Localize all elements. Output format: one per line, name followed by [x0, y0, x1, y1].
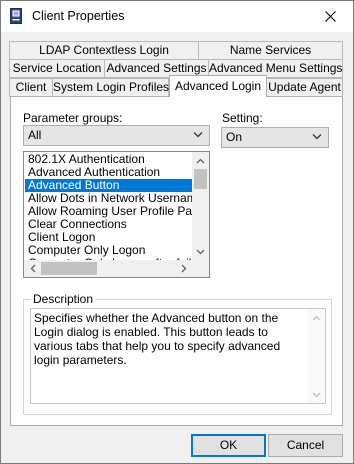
- list-vertical-scroll-thumb[interactable]: [194, 169, 207, 189]
- scroll-down-button[interactable]: [308, 386, 325, 403]
- app-icon: [10, 8, 22, 24]
- chevron-down-icon: [196, 249, 205, 254]
- chevron-down-icon: [312, 134, 322, 140]
- parameter-groups-dropdown[interactable]: All: [23, 125, 210, 146]
- list-item-selected[interactable]: Advanced Button: [25, 179, 192, 192]
- description-textbox[interactable]: Specifies whether the Advanced button on…: [30, 308, 326, 404]
- scroll-right-button[interactable]: [175, 260, 192, 277]
- list-item[interactable]: Allow Roaming User Profile Paths t: [25, 205, 192, 218]
- tab-update-agent[interactable]: Update Agent: [266, 78, 343, 97]
- list-item[interactable]: Allow Dots in Network Username: [25, 192, 192, 205]
- parameter-groups-label: Parameter groups:: [23, 111, 123, 125]
- tab-system-login-profiles[interactable]: System Login Profiles: [52, 78, 169, 97]
- close-button[interactable]: [307, 1, 353, 32]
- scroll-down-button[interactable]: [192, 243, 209, 260]
- parameter-groups-value: All: [28, 128, 42, 142]
- list-horizontal-scrollbar[interactable]: [24, 260, 192, 277]
- window-title: Client Properties: [32, 9, 125, 23]
- title-bar: Client Properties: [1, 1, 353, 32]
- tab-client[interactable]: Client: [9, 78, 53, 97]
- client-properties-dialog: Client Properties LDAP Contextless Login…: [0, 0, 354, 464]
- tab-advanced-login[interactable]: Advanced Login: [169, 75, 267, 97]
- setting-value: On: [226, 130, 243, 144]
- chevron-up-icon: [312, 315, 321, 320]
- description-vertical-scrollbar[interactable]: [308, 309, 325, 403]
- chevron-right-icon: [181, 264, 186, 273]
- ok-button[interactable]: OK: [191, 434, 266, 457]
- chevron-down-icon: [193, 132, 203, 138]
- tab-service-location[interactable]: Service Location: [9, 59, 105, 78]
- parameter-list[interactable]: 802.1X Authentication Advanced Authentic…: [23, 151, 210, 278]
- description-text: Specifies whether the Advanced button on…: [34, 311, 281, 367]
- list-horizontal-scroll-thumb[interactable]: [41, 262, 97, 275]
- list-item[interactable]: Clear Connections: [25, 218, 192, 231]
- chevron-left-icon: [30, 264, 35, 273]
- list-item[interactable]: Computer Only Logon: [25, 244, 192, 257]
- close-icon: [324, 11, 336, 22]
- setting-label: Setting:: [222, 111, 263, 125]
- scrollbar-corner: [192, 260, 209, 277]
- cancel-button[interactable]: Cancel: [268, 434, 343, 457]
- scroll-up-button[interactable]: [192, 152, 209, 169]
- list-item[interactable]: Advanced Authentication: [25, 166, 192, 179]
- scroll-up-button[interactable]: [308, 309, 325, 326]
- chevron-up-icon: [196, 158, 205, 163]
- tab-ldap-contextless-login[interactable]: LDAP Contextless Login: [9, 41, 199, 60]
- tab-name-services[interactable]: Name Services: [198, 41, 343, 60]
- list-vertical-scrollbar[interactable]: [192, 152, 209, 260]
- list-item[interactable]: Client Logon: [25, 231, 192, 244]
- setting-dropdown[interactable]: On: [221, 127, 329, 148]
- scroll-left-button[interactable]: [24, 260, 41, 277]
- description-group-title: Description: [31, 292, 96, 306]
- chevron-down-icon: [312, 392, 321, 397]
- list-item[interactable]: 802.1X Authentication: [25, 153, 192, 166]
